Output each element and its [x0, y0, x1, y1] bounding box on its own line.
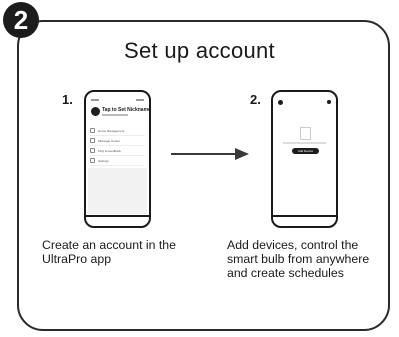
phone-bezel	[273, 215, 336, 217]
menu-item: Home Management	[90, 126, 145, 136]
phone-bezel	[86, 215, 149, 217]
avatar	[278, 100, 283, 105]
page-title: Set up account	[124, 38, 275, 63]
profile-subtitle-line	[102, 114, 128, 116]
profile-name: Tap to Set Nickname	[102, 107, 151, 113]
status-bar	[91, 99, 144, 102]
menu-item: Message Center	[90, 136, 145, 146]
gear-icon	[90, 158, 95, 163]
message-icon	[90, 138, 95, 143]
avatar	[91, 107, 100, 116]
faq-icon	[90, 148, 95, 153]
right-arrow-icon	[171, 148, 249, 160]
step-1-description: Create an account in the UltraPro app	[42, 238, 176, 266]
phone-illustration-devices: Add Device	[271, 90, 338, 228]
step-number-badge: 2	[3, 2, 39, 38]
home-icon	[90, 128, 95, 133]
phone-illustration-account: Tap to Set Nickname Home Management Mess…	[84, 90, 151, 228]
empty-device-icon	[300, 127, 311, 140]
step-2-description: Add devices, control the smart bulb from…	[227, 238, 370, 280]
menu-item: Settings	[90, 156, 145, 166]
step-1-number: 1.	[62, 92, 73, 107]
empty-state-line	[283, 142, 326, 144]
add-icon	[327, 100, 331, 104]
profile-menu: Home Management Message Center FAQ & Fee…	[90, 126, 145, 166]
add-device-button: Add Device	[292, 148, 319, 154]
screen-background	[88, 168, 147, 214]
menu-item: FAQ & Feedback	[90, 146, 145, 156]
step-2-number: 2.	[250, 92, 261, 107]
